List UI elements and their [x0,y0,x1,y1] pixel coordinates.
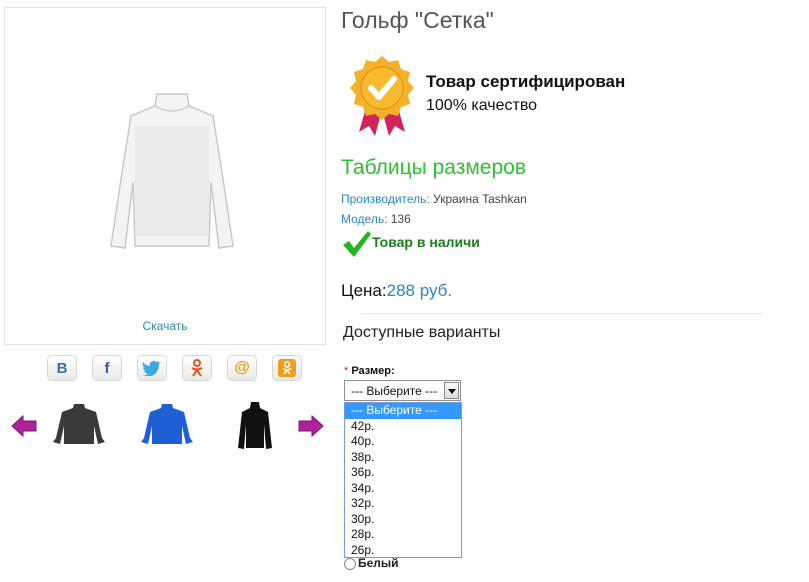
price: Цена:288 руб. [341,281,452,301]
manufacturer-line: Производитель: Украина Tashkan [341,192,527,206]
size-option[interactable]: 42р. [345,419,461,435]
product-title: Гольф "Сетка" [341,7,494,33]
product-main-image[interactable] [105,86,239,254]
model-line: Модель: 136 [341,212,411,226]
stock-status: Товар в наличи [372,234,480,250]
model-value: 136 [390,212,411,226]
product-image-box: Скачать [4,7,326,345]
size-option[interactable]: --- Выберите --- [345,403,461,419]
certified-badge-icon [350,56,414,136]
size-option[interactable]: 40р. [345,434,461,450]
size-select-value: --- Выберите --- [351,384,438,398]
required-mark: * [344,365,349,377]
thumbnail-blue-golf[interactable] [138,398,196,458]
prev-arrow-icon[interactable] [11,415,37,437]
chevron-down-icon[interactable] [444,382,459,399]
divider [361,313,763,314]
price-value: 288 руб. [386,281,453,300]
color-option-white[interactable]: Белый [344,556,399,570]
thumbnail-black-golf[interactable] [226,398,284,458]
size-option[interactable]: 32р. [345,496,461,512]
color-radio[interactable] [344,557,356,570]
model-label: Модель: [341,212,388,226]
price-label: Цена: [341,281,387,300]
available-options-title: Доступные варианты [343,324,501,341]
mailru-icon[interactable]: @ [227,355,257,381]
size-option[interactable]: 36р. [345,465,461,481]
certificate-subtitle: 100% качество [426,97,538,114]
odnoklassniki-icon[interactable] [272,355,302,381]
manufacturer-label[interactable]: Производитель: [341,192,430,206]
color-option-label: Белый [358,556,399,570]
size-option[interactable]: 38р. [345,450,461,466]
download-link[interactable]: Скачать [5,319,325,333]
size-field-label: * Размер: [344,365,395,377]
odnoklassniki-person-icon[interactable] [182,355,212,381]
size-dropdown-list[interactable]: --- Выберите --- 42р. 40р. 38р. 36р. 34р… [344,402,462,558]
size-select[interactable]: --- Выберите --- [344,380,461,401]
size-tables-link[interactable]: Таблицы размеров [341,156,526,180]
size-label-text: Размер: [351,365,395,377]
next-arrow-icon[interactable] [298,415,324,437]
size-option[interactable]: 30р. [345,512,461,528]
certificate-title: Товар сертифицирован [426,72,626,91]
vkontakte-icon[interactable]: B [47,355,77,381]
in-stock-check-icon [343,231,371,257]
twitter-icon[interactable] [137,355,167,381]
size-option[interactable]: 34р. [345,481,461,497]
facebook-icon[interactable]: f [92,355,122,381]
manufacturer-value: Украина Tashkan [433,192,527,206]
size-option[interactable]: 28р. [345,527,461,543]
thumbnail-dark-golf[interactable] [50,398,108,458]
